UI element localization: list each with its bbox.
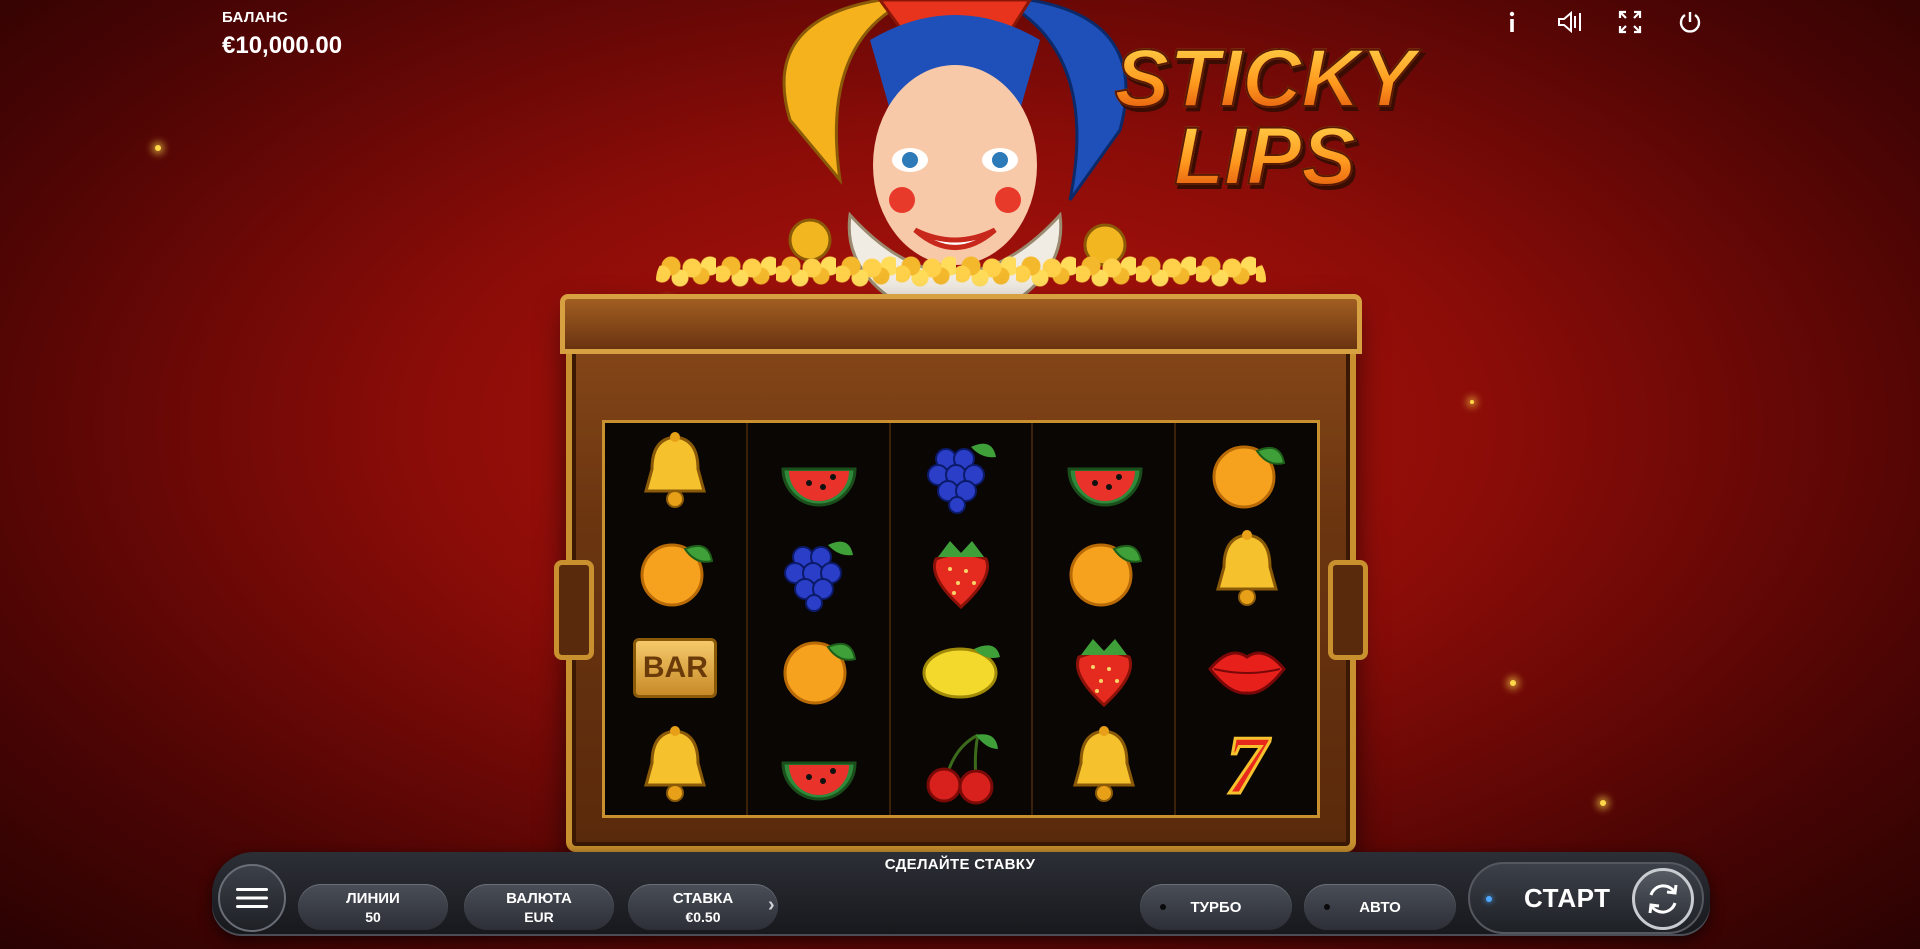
watermelon-symbol — [1058, 429, 1150, 515]
reel-cell — [891, 717, 1032, 815]
lines-value: 50 — [365, 908, 381, 925]
balance-panel: БАЛАНС €10,000.00 — [222, 9, 342, 60]
power-icon[interactable] — [1676, 8, 1704, 36]
game-logo: STICKY LIPS — [1110, 37, 1420, 199]
bet-expand-arrow-icon[interactable]: › — [768, 894, 775, 917]
lips-symbol — [1201, 625, 1293, 711]
turbo-toggle[interactable]: ТУРБО — [1140, 884, 1292, 930]
auto-toggle[interactable]: АВТО — [1304, 884, 1456, 930]
sparkle — [1510, 680, 1516, 686]
reel-cell — [1033, 619, 1174, 717]
reel-cell — [1033, 521, 1174, 619]
reel-cell — [748, 521, 889, 619]
strawberry-symbol — [915, 527, 1007, 613]
balance-value: €10,000.00 — [222, 32, 343, 59]
reel-cell: 7 — [1176, 717, 1317, 815]
watermelon-symbol — [772, 429, 864, 515]
orange-symbol — [1058, 527, 1150, 613]
strawberry-symbol — [1058, 625, 1150, 711]
seven-symbol-text: 7 — [1224, 719, 1269, 812]
lemon-symbol — [915, 625, 1007, 711]
logo-line1: STICKY — [1110, 37, 1420, 121]
reel-cell — [1176, 521, 1317, 619]
reel-3 — [891, 423, 1034, 815]
reel-2 — [748, 423, 891, 815]
reel-5: 7 — [1176, 423, 1317, 815]
reel-cell — [748, 717, 889, 815]
info-icon[interactable] — [1498, 8, 1526, 36]
grapes-symbol — [915, 429, 1007, 515]
currency-value: EUR — [524, 908, 554, 925]
orange-symbol — [629, 527, 721, 613]
orange-symbol — [1201, 429, 1293, 515]
sparkle — [155, 145, 161, 151]
menu-button[interactable] — [218, 864, 286, 932]
cherries-symbol — [915, 723, 1007, 809]
reel-cell — [748, 423, 889, 521]
bar-symbol-text: BAR — [633, 638, 718, 698]
reel-cell — [1176, 619, 1317, 717]
reel-1: BAR — [605, 423, 748, 815]
bell-symbol — [1058, 723, 1150, 809]
reel-cell — [891, 619, 1032, 717]
seven-symbol: 7 — [1201, 719, 1293, 812]
fullscreen-icon[interactable] — [1616, 8, 1644, 36]
start-button[interactable]: СТАРТ — [1468, 862, 1704, 934]
chest-handle-left — [554, 560, 594, 660]
bell-symbol — [629, 429, 721, 515]
sparkle — [1470, 400, 1474, 404]
chest-handle-right — [1328, 560, 1368, 660]
spin-refresh-icon — [1648, 884, 1678, 914]
hamburger-icon — [236, 888, 268, 908]
lines-label: ЛИНИИ — [346, 889, 400, 907]
reel-grid: BAR 7 — [602, 420, 1320, 818]
bet-value: €0.50 — [685, 908, 721, 925]
turbo-label: ТУРБО — [1190, 898, 1242, 916]
bet-label: СТАВКА — [672, 889, 734, 907]
turbo-indicator — [1160, 904, 1166, 910]
auto-label: АВТО — [1359, 898, 1401, 916]
reel-cell — [605, 423, 746, 521]
lines-selector[interactable]: ЛИНИИ 50 — [298, 884, 448, 930]
orange-symbol — [772, 625, 864, 711]
grapes-symbol — [772, 527, 864, 613]
reel-cell — [891, 423, 1032, 521]
logo-line2: LIPS — [1110, 114, 1420, 198]
currency-selector[interactable]: ВАЛЮТА EUR — [464, 884, 614, 930]
bell-symbol — [629, 723, 721, 809]
watermelon-symbol — [772, 723, 864, 809]
auto-indicator — [1324, 904, 1330, 910]
bar-symbol: BAR — [629, 625, 721, 711]
reel-cell — [748, 619, 889, 717]
sparkle — [1600, 800, 1606, 806]
reel-cell — [605, 717, 746, 815]
spin-button[interactable] — [1632, 868, 1694, 930]
treasure-chest: BAR 7 — [554, 250, 1368, 852]
reel-cell — [605, 521, 746, 619]
start-indicator — [1486, 896, 1492, 902]
chest-lid — [560, 294, 1362, 354]
reel-cell — [891, 521, 1032, 619]
bet-selector[interactable]: СТАВКА €0.50 — [628, 884, 778, 930]
sound-icon[interactable] — [1556, 8, 1584, 36]
bell-symbol — [1201, 527, 1293, 613]
reel-4 — [1033, 423, 1177, 815]
reel-cell: BAR — [605, 619, 746, 717]
reel-cell — [1033, 423, 1174, 521]
balance-label: БАЛАНС — [222, 9, 289, 26]
currency-label: ВАЛЮТА — [506, 889, 572, 907]
reel-cell — [1176, 423, 1317, 521]
start-label: СТАРТ — [1524, 883, 1611, 913]
reel-cell — [1033, 717, 1174, 815]
